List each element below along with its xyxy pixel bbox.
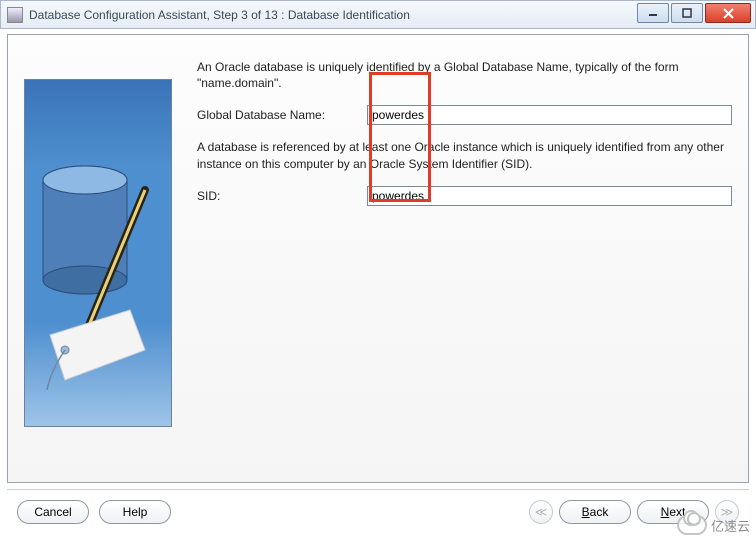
gdn-row: Global Database Name:	[197, 105, 732, 125]
sid-label: SID:	[197, 189, 367, 203]
cloud-icon	[677, 515, 707, 535]
sid-row: SID:	[197, 186, 732, 206]
bottom-bar: Cancel Help ≪ Back Next ≫	[7, 489, 749, 529]
window-title: Database Configuration Assistant, Step 3…	[29, 8, 410, 22]
intro-text: An Oracle database is uniquely identifie…	[197, 59, 732, 91]
illustration-frame	[24, 79, 172, 427]
back-button-label: Back	[582, 505, 609, 519]
main-pane: An Oracle database is uniquely identifie…	[197, 57, 732, 470]
titlebar: Database Configuration Assistant, Step 3…	[0, 0, 756, 29]
maximize-button[interactable]	[671, 3, 703, 23]
help-button[interactable]: Help	[99, 500, 171, 524]
database-pen-illustration	[25, 80, 172, 427]
side-illustration	[24, 79, 179, 470]
cancel-button-label: Cancel	[34, 505, 71, 519]
watermark: 亿速云	[677, 515, 750, 535]
help-button-label: Help	[123, 505, 148, 519]
sid-input[interactable]	[367, 186, 732, 206]
sid-intro-text: A database is referenced by at least one…	[197, 139, 732, 171]
gdn-label: Global Database Name:	[197, 108, 367, 122]
window-controls	[635, 3, 751, 23]
first-arrow-button[interactable]: ≪	[529, 500, 553, 524]
gdn-input[interactable]	[367, 105, 732, 125]
close-button[interactable]	[705, 3, 751, 23]
watermark-text: 亿速云	[711, 516, 750, 535]
cancel-button[interactable]: Cancel	[17, 500, 89, 524]
left-button-group: Cancel Help	[17, 500, 171, 524]
back-button[interactable]: Back	[559, 500, 631, 524]
minimize-button[interactable]	[637, 3, 669, 23]
content-panel: An Oracle database is uniquely identifie…	[7, 34, 749, 483]
app-icon	[7, 7, 23, 23]
